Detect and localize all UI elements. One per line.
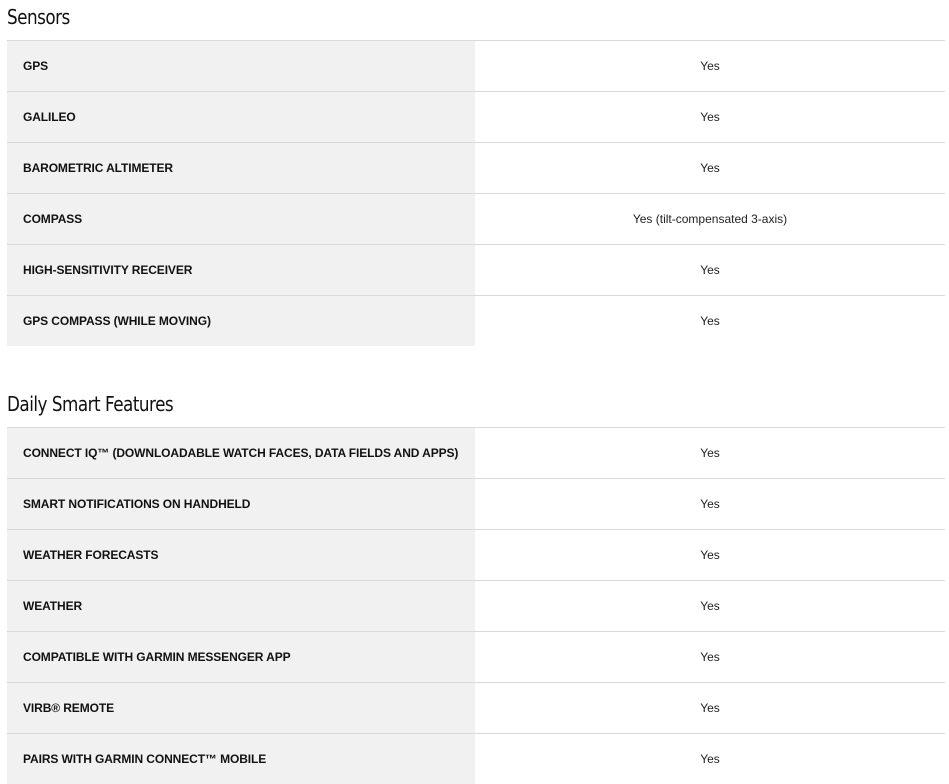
spec-label: GALILEO	[7, 92, 475, 142]
spec-label: GPS	[7, 41, 475, 91]
spec-value: Yes	[700, 161, 720, 175]
spec-row: BAROMETRIC ALTIMETER Yes	[7, 143, 945, 194]
spec-label: CONNECT IQ™ (DOWNLOADABLE WATCH FACES, D…	[7, 428, 475, 478]
spec-row: GALILEO Yes	[7, 92, 945, 143]
spec-row: SMART NOTIFICATIONS ON HANDHELD Yes	[7, 479, 945, 530]
spec-label: WEATHER	[7, 581, 475, 631]
spec-value: Yes	[700, 263, 720, 277]
spec-value: Yes	[700, 548, 720, 562]
spec-label: PAIRS WITH GARMIN CONNECT™ MOBILE	[7, 734, 475, 784]
spec-value: Yes	[700, 59, 720, 73]
spec-label: BAROMETRIC ALTIMETER	[7, 143, 475, 193]
spec-label: WEATHER FORECASTS	[7, 530, 475, 580]
spec-row: PAIRS WITH GARMIN CONNECT™ MOBILE Yes	[7, 734, 945, 784]
spec-label: COMPASS	[7, 194, 475, 244]
spec-row: CONNECT IQ™ (DOWNLOADABLE WATCH FACES, D…	[7, 428, 945, 479]
spec-table-sensors: GPS Yes GALILEO Yes BAROMETRIC ALTIMETER…	[7, 40, 945, 346]
spec-table-daily-smart-features: CONNECT IQ™ (DOWNLOADABLE WATCH FACES, D…	[7, 427, 945, 784]
spec-row: WEATHER Yes	[7, 581, 945, 632]
spec-value: Yes	[700, 497, 720, 511]
spec-label: VIRB® REMOTE	[7, 683, 475, 733]
spec-row: GPS COMPASS (WHILE MOVING) Yes	[7, 296, 945, 346]
section-title-daily-smart-features: Daily Smart Features	[7, 392, 174, 416]
spec-value: Yes	[700, 446, 720, 460]
spec-row: GPS Yes	[7, 41, 945, 92]
spec-label: COMPATIBLE WITH GARMIN MESSENGER APP	[7, 632, 475, 682]
spec-row: WEATHER FORECASTS Yes	[7, 530, 945, 581]
section-title-sensors: Sensors	[7, 5, 70, 29]
spec-row: VIRB® REMOTE Yes	[7, 683, 945, 734]
spec-row: HIGH-SENSITIVITY RECEIVER Yes	[7, 245, 945, 296]
spec-value: Yes (tilt-compensated 3-axis)	[632, 212, 788, 226]
spec-label: SMART NOTIFICATIONS ON HANDHELD	[7, 479, 475, 529]
spec-value: Yes	[700, 752, 720, 766]
spec-label: HIGH-SENSITIVITY RECEIVER	[7, 245, 475, 295]
spec-value: Yes	[700, 701, 720, 715]
spec-value: Yes	[700, 599, 720, 613]
spec-row: COMPASS Yes (tilt-compensated 3-axis)	[7, 194, 945, 245]
spec-value: Yes	[700, 314, 720, 328]
spec-label: GPS COMPASS (WHILE MOVING)	[7, 296, 475, 346]
spec-value: Yes	[700, 110, 720, 124]
spec-row: COMPATIBLE WITH GARMIN MESSENGER APP Yes	[7, 632, 945, 683]
spec-value: Yes	[700, 650, 720, 664]
